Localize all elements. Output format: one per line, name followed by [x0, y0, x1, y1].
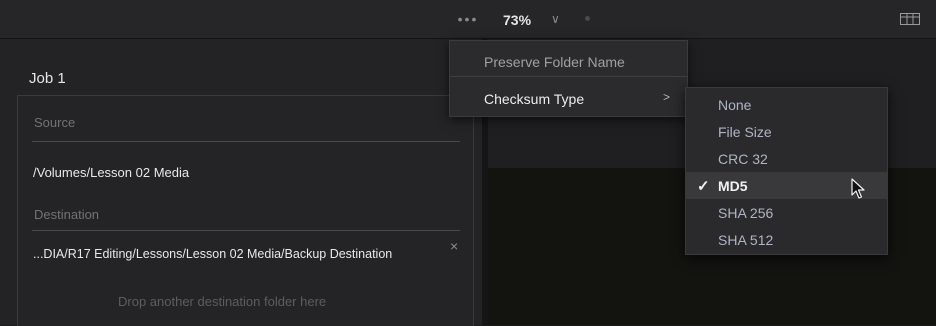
chevron-right-icon: >	[663, 90, 671, 104]
job-title: Job 1	[29, 70, 66, 87]
menu-separator	[450, 76, 687, 77]
more-options-button[interactable]: •••	[448, 11, 488, 27]
source-path[interactable]: /Volumes/Lesson 02 Media	[33, 165, 189, 180]
mouse-pointer-icon	[851, 178, 865, 199]
destination-label: Destination	[34, 207, 100, 222]
checksum-type-submenu: None File Size CRC 32 ✓ MD5 SHA 256 SHA …	[685, 87, 888, 255]
source-divider	[32, 141, 460, 142]
options-menu: Preserve Folder Name Checksum Type	[449, 40, 688, 117]
close-icon[interactable]: ×	[450, 238, 458, 254]
status-dot-icon	[585, 16, 590, 21]
checksum-option-sha512[interactable]: SHA 512	[686, 226, 887, 253]
source-label: Source	[34, 115, 76, 130]
layout-grid-icon[interactable]	[900, 13, 920, 25]
zoom-chevron-down-icon[interactable]: ∨	[551, 12, 560, 26]
destination-divider	[32, 230, 460, 231]
checkmark-icon: ✓	[697, 178, 710, 195]
checksum-option-file-size[interactable]: File Size	[686, 118, 887, 145]
checksum-option-sha256[interactable]: SHA 256	[686, 199, 887, 226]
checksum-option-crc32[interactable]: CRC 32	[686, 145, 887, 172]
checksum-option-none[interactable]: None	[686, 91, 887, 118]
zoom-level[interactable]: 73%	[503, 12, 531, 28]
toolbar: ••• 73% ∨	[0, 0, 936, 39]
menu-item-label: Preserve Folder Name	[484, 54, 625, 70]
destination-path[interactable]: ...DIA/R17 Editing/Lessons/Lesson 02 Med…	[33, 247, 392, 261]
menu-item-checksum-type[interactable]: Checksum Type	[450, 84, 687, 114]
menu-item-preserve-folder-name[interactable]: Preserve Folder Name	[450, 47, 687, 77]
drop-destination-hint[interactable]: Drop another destination folder here	[118, 294, 326, 309]
menu-item-label: Checksum Type	[484, 91, 585, 107]
